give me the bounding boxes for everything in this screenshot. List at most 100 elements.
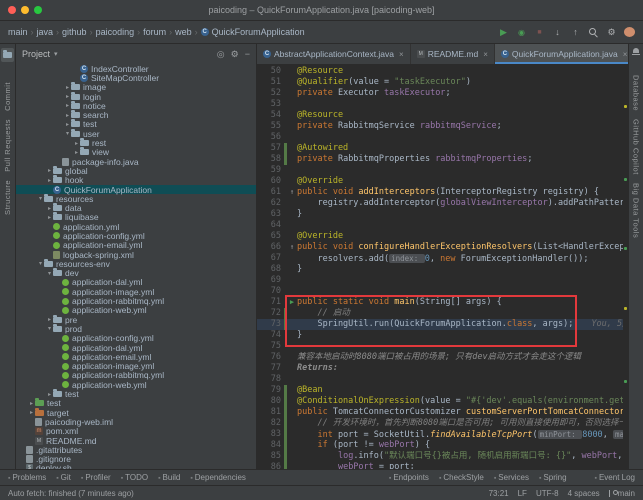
code-line[interactable]: 84 if (port != webPort) { xyxy=(257,440,628,451)
tool-stripe-label[interactable]: Commit xyxy=(3,82,12,111)
chevron-down-icon[interactable]: ▾ xyxy=(37,260,44,267)
tree-item[interactable]: C QuickForumApplication xyxy=(16,185,256,195)
code-line[interactable]: 69 xyxy=(257,275,628,286)
chevron-right-icon[interactable]: ▸ xyxy=(64,84,71,91)
tree-item[interactable]: ▾ user xyxy=(16,128,256,139)
tree-item[interactable]: paicoding-web.iml xyxy=(16,417,256,427)
chevron-down-icon[interactable]: ▾ xyxy=(46,270,53,277)
stop-icon[interactable]: ■ xyxy=(534,27,545,38)
code-line[interactable]: 51 @Qualifier(value = "taskExecutor") xyxy=(257,77,628,88)
tree-item[interactable]: application-rabbitmq.yml xyxy=(16,370,256,380)
breadcrumb-item[interactable]: forum xyxy=(143,27,166,37)
tree-item[interactable]: application-image.yml xyxy=(16,361,256,371)
editor-tab[interactable]: C AbstractApplicationContext.java × xyxy=(257,44,411,64)
tool-window-button[interactable]: Services xyxy=(494,473,529,482)
tool-stripe-label[interactable]: Big Data Tools xyxy=(632,183,641,238)
settings-icon[interactable]: ⚙ xyxy=(606,27,617,38)
code-line[interactable]: 58 private RabbitmqProperties rabbitmqPro… xyxy=(257,154,628,165)
tool-window-button[interactable]: Profiler xyxy=(81,473,110,482)
chevron-right-icon[interactable]: ▸ xyxy=(28,400,35,407)
chevron-right-icon[interactable]: ▸ xyxy=(46,316,53,323)
code-line[interactable]: 66 ↑ public void configureHandlerException… xyxy=(257,242,628,253)
editor-tab[interactable]: M README.md × xyxy=(411,44,495,64)
close-icon[interactable]: × xyxy=(399,50,404,59)
git-branch-widget[interactable]: main xyxy=(608,489,635,498)
tree-item[interactable]: ▸ data xyxy=(16,203,256,213)
tree-item[interactable]: .gitattributes xyxy=(16,445,256,455)
chevron-down-icon[interactable]: ▾ xyxy=(46,325,53,332)
code-line[interactable]: 70 xyxy=(257,286,628,297)
tree-item[interactable]: application-image.yml xyxy=(16,287,256,297)
chevron-right-icon[interactable]: ▸ xyxy=(46,205,53,212)
chevron-right-icon[interactable]: ▸ xyxy=(46,391,53,398)
breadcrumb-item[interactable]: github xyxy=(62,27,87,37)
chevron-right-icon[interactable]: ▸ xyxy=(73,149,80,156)
code-line[interactable]: 73 SpringUtil.run(QuickForumApplication.… xyxy=(257,319,628,330)
tree-item[interactable]: application-email.yml xyxy=(16,240,256,250)
chevron-right-icon[interactable]: ▸ xyxy=(46,167,53,174)
code-line[interactable]: 61 ↑ public void addInterceptors(Intercept… xyxy=(257,187,628,198)
tree-item[interactable]: ▾ prod xyxy=(16,323,256,334)
tree-item[interactable]: C IndexController xyxy=(16,64,256,74)
tool-window-button[interactable]: TODO xyxy=(121,473,148,482)
tree-item[interactable]: ▸ test xyxy=(16,389,256,399)
tree-item[interactable]: ▸ test xyxy=(16,398,256,408)
tree-item[interactable]: ▾ resources xyxy=(16,193,256,204)
close-icon[interactable]: × xyxy=(483,50,488,59)
code-line[interactable]: 76 兼容本地启动时8080端口被占用的场景; 只有dev启动方式才会走这个逻辑 xyxy=(257,352,628,363)
tree-item[interactable]: ▸ login xyxy=(16,91,256,102)
tool-stripe-label[interactable]: GitHub Copilot xyxy=(632,119,641,175)
code-line[interactable]: 56 xyxy=(257,132,628,143)
code-line[interactable]: 65 @Override xyxy=(257,231,628,242)
tree-item[interactable]: application-dal.yml xyxy=(16,277,256,287)
chevron-right-icon[interactable]: ▸ xyxy=(64,93,71,100)
editor-error-stripe[interactable] xyxy=(623,65,628,469)
tree-item[interactable]: application-config.yml xyxy=(16,333,256,343)
tree-item[interactable]: ▸ target xyxy=(16,407,256,418)
tree-item[interactable]: ▸ view xyxy=(16,147,256,157)
code-line[interactable]: 72 // 启动 xyxy=(257,308,628,319)
tree-item[interactable]: logback-spring.xml xyxy=(16,250,256,260)
tree-item[interactable]: ▸ search xyxy=(16,110,256,120)
project-tool-icon[interactable] xyxy=(1,48,14,62)
tree-item[interactable]: m pom.xml xyxy=(16,426,256,436)
breadcrumb-item[interactable]: QuickForumApplication xyxy=(212,27,305,37)
tree-item[interactable]: application-web.yml xyxy=(16,380,256,390)
breadcrumb-item[interactable]: web xyxy=(175,27,192,37)
code-line[interactable]: 53 xyxy=(257,99,628,110)
tool-window-button[interactable]: Endpoints xyxy=(389,473,429,482)
tree-item[interactable]: application-rabbitmq.yml xyxy=(16,296,256,306)
debug-icon[interactable]: ◉ xyxy=(516,27,527,38)
close-icon[interactable]: × xyxy=(623,50,628,59)
tree-item[interactable]: M README.md xyxy=(16,436,256,446)
status-widget[interactable]: LF xyxy=(518,489,527,498)
tool-window-button[interactable]: CheckStyle xyxy=(439,473,483,482)
chevron-right-icon[interactable]: ▸ xyxy=(46,214,53,221)
code-line[interactable]: 52 private Executor taskExecutor; xyxy=(257,88,628,99)
breadcrumb-item[interactable]: java xyxy=(37,27,54,37)
breadcrumb-item[interactable]: paicoding xyxy=(96,27,135,37)
tool-window-button[interactable]: Spring xyxy=(539,473,566,482)
chevron-right-icon[interactable]: ▸ xyxy=(28,409,35,416)
tree-item[interactable]: package-info.java xyxy=(16,157,256,167)
code-line[interactable]: 83 int port = SocketUtil.findAvailableTc… xyxy=(257,429,628,440)
tree-item[interactable]: ▸ test xyxy=(16,119,256,129)
minimize-window-icon[interactable] xyxy=(21,6,29,14)
tree-item[interactable]: ▸ image xyxy=(16,82,256,92)
code-line[interactable]: 77 Returns: xyxy=(257,363,628,374)
run-icon[interactable]: ▶ xyxy=(287,297,297,308)
maximize-window-icon[interactable] xyxy=(34,6,42,14)
code-line[interactable]: 81 public TomcatConnectorCustomizer custo… xyxy=(257,407,628,418)
tree-item[interactable]: .gitignore xyxy=(16,454,256,464)
code-line[interactable]: 59 xyxy=(257,165,628,176)
tree-item[interactable]: application-web.yml xyxy=(16,305,256,315)
code-line[interactable]: 71 ▶ public static void main(String[] args… xyxy=(257,297,628,308)
chevron-right-icon[interactable]: ▸ xyxy=(64,102,71,109)
code-line[interactable]: 50 @Resource xyxy=(257,66,628,77)
tool-window-button[interactable]: Build xyxy=(158,473,181,482)
tree-item[interactable]: application-dal.yml xyxy=(16,343,256,353)
code-line[interactable]: 54 @Resource xyxy=(257,110,628,121)
code-line[interactable]: 60 @Override xyxy=(257,176,628,187)
tool-window-button[interactable]: Event Log xyxy=(595,473,635,482)
status-widget[interactable]: 4 spaces xyxy=(568,489,600,498)
